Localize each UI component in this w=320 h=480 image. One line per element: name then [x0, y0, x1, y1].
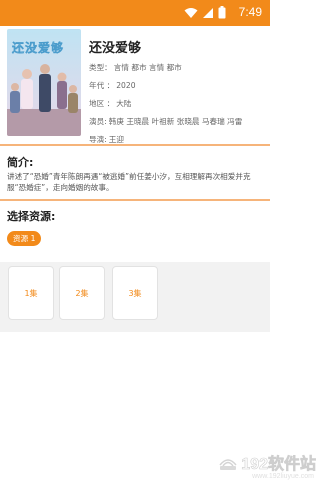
battery-icon: [218, 6, 226, 19]
intro-heading: 简介:: [7, 156, 34, 169]
header-divider: [0, 144, 270, 146]
sources-heading: 选择资源:: [7, 210, 56, 223]
wifi-icon: [184, 7, 198, 18]
genre-row: 类型： 言情 都市 言情 都市: [89, 62, 265, 73]
director-label: 导演:: [89, 135, 107, 144]
router-logo-icon: [219, 459, 237, 470]
year-value: 2020: [116, 81, 136, 90]
cast-label: 演员:: [89, 117, 107, 126]
episode-button-3[interactable]: 3集: [112, 266, 158, 320]
year-row: 年代 ： 2020: [89, 80, 265, 91]
genre-value: 言情 都市 言情 都市: [113, 63, 182, 72]
site-watermark: 192软件站: [217, 450, 316, 474]
source-chip-1[interactable]: 资源 1: [7, 231, 42, 246]
region-value: 大陆: [116, 99, 132, 108]
watermark-url: www.192liuyue.com: [252, 473, 314, 480]
genre-label: 类型：: [89, 63, 112, 72]
episode-button-1[interactable]: 1集: [8, 266, 54, 320]
region-label: 地区 ：: [89, 99, 115, 108]
cast-row: 演员: 韩庚 王晓晨 叶祖新 张晓晨 马春瑞 冯雷: [89, 116, 265, 127]
signal-icon: [203, 7, 213, 18]
poster-title-art: 还没爱够: [12, 41, 65, 55]
watermark-text: 192软件站: [241, 456, 316, 474]
status-bar: 7:49: [0, 0, 270, 26]
status-time: 7:49: [238, 5, 262, 19]
intro-divider: [0, 199, 270, 201]
drama-title: 还没爱够: [89, 41, 142, 56]
director-value: 王迎: [108, 135, 124, 144]
cast-value: 韩庚 王晓晨 叶祖新 张晓晨 马春瑞 冯雷: [108, 117, 243, 126]
drama-poster[interactable]: 还没爱够: [7, 29, 81, 136]
year-label: 年代 ：: [89, 81, 115, 90]
drama-info: 还没爱够 类型： 言情 都市 言情 都市 年代 ： 2020 地区 ：大陆 演员: 韩…: [89, 30, 265, 145]
episode-list: 1集 2集 3集: [0, 262, 270, 332]
status-icons: [184, 6, 226, 19]
drama-header: 还没爱够 还没爱够 类型： 言情 都市 言情 都市 年代 ： 2020 地区 ：大陆…: [0, 26, 270, 144]
episode-button-2[interactable]: 2集: [59, 266, 105, 320]
intro-text: 讲述了“恐婚”青年陈朗再遇“被逃婚”前任姜小汐，互相理解再次相爱并克服“恐婚症”…: [7, 172, 251, 192]
region-row: 地区 ：大陆: [89, 98, 265, 109]
